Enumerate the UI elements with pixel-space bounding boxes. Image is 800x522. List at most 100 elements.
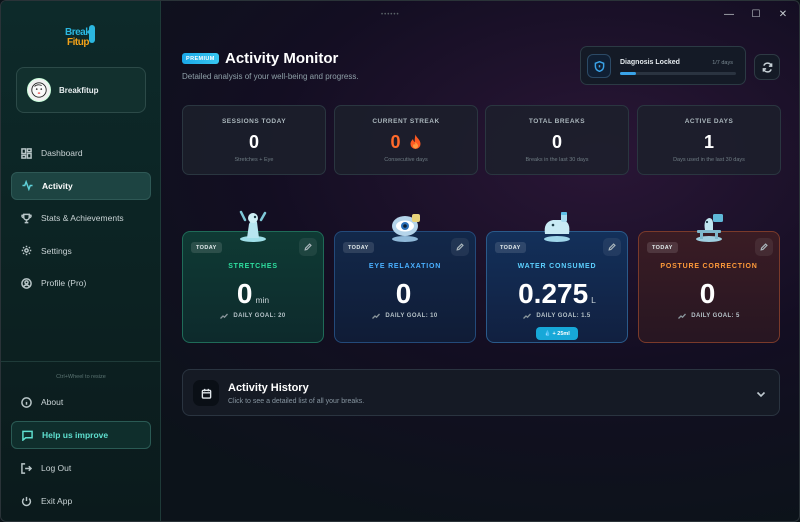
calendar-icon <box>201 388 211 399</box>
stat-number: 1 <box>703 131 714 152</box>
stat-current-streak: CURRENT STREAK 0 Consecutive days <box>334 105 478 175</box>
nav-label: Profile (Pro) <box>41 278 87 288</box>
stat-value: 0 <box>335 131 477 153</box>
activity-icon <box>22 180 33 191</box>
activity-number: 0.275 <box>518 278 589 309</box>
trend-up-icon <box>372 313 381 319</box>
nav-item-about[interactable]: About <box>11 388 151 416</box>
info-icon <box>21 396 32 408</box>
activity-unit: min <box>255 295 270 305</box>
activity-card-water[interactable]: TODAY WATER CONSUMED 0.275 L DAILY GOAL:… <box>486 212 628 343</box>
maximize-button[interactable]: ☐ <box>749 7 763 21</box>
activity-card-posture[interactable]: TODAY POSTURE CORRECTION 0 DAILY GOAL: 5 <box>638 214 780 343</box>
activity-card-eye-relaxation[interactable]: TODAY EYE RELAXATION 0 DAILY GOAL: 10 <box>334 214 476 343</box>
resize-hint: Ctrl+Wheel to resize <box>56 374 106 380</box>
sidebar: Break Fitup Breakfitup Dashboard Activit… <box>1 1 161 521</box>
page-subtitle: Detailed analysis of your well-being and… <box>182 72 359 81</box>
shield-icon <box>594 60 604 72</box>
pencil-icon <box>760 243 768 251</box>
diagnosis-panel[interactable]: Diagnosis Locked 1/7 days <box>580 46 746 85</box>
nav-item-help-improve[interactable]: Help us improve <box>11 421 151 449</box>
drag-handle[interactable]: •••••• <box>381 12 400 18</box>
message-icon <box>22 430 33 441</box>
diagnosis-icon-box <box>587 54 611 78</box>
nav-item-settings[interactable]: Settings <box>11 237 151 265</box>
stat-number: 0 <box>390 131 401 152</box>
app-window: Break Fitup Breakfitup Dashboard Activit… <box>0 0 800 522</box>
expand-history-button[interactable] <box>755 387 767 399</box>
diagnosis-title: Diagnosis Locked <box>620 59 680 66</box>
trend-up-icon <box>678 313 687 319</box>
today-badge: TODAY <box>647 242 678 253</box>
nav-label: Help us improve <box>42 430 109 440</box>
edit-button[interactable] <box>603 238 621 256</box>
nav-item-activity[interactable]: Activity <box>11 171 151 200</box>
nav-label: Exit App <box>41 496 73 506</box>
activity-history-panel[interactable]: Activity History Click to see a detailed… <box>182 369 780 416</box>
nav-item-exit[interactable]: Exit App <box>11 487 151 515</box>
edit-button[interactable] <box>755 238 773 256</box>
pencil-icon <box>608 243 616 251</box>
chevron-down-icon <box>756 391 766 398</box>
trophy-icon <box>21 213 32 223</box>
nav-item-dashboard[interactable]: Dashboard <box>11 139 151 167</box>
stat-active-days: ACTIVE DAYS 1 Days used in the last 30 d… <box>637 105 781 175</box>
page-title: Activity Monitor <box>225 50 339 67</box>
logo-figure-icon <box>89 25 95 43</box>
stat-number: 0 <box>248 131 259 152</box>
close-button[interactable]: ✕ <box>776 7 790 21</box>
edit-button[interactable] <box>299 238 317 256</box>
stat-total-breaks: TOTAL BREAKS 0 Breaks in the last 30 day… <box>485 105 629 175</box>
power-icon <box>21 496 32 506</box>
pencil-icon <box>456 243 464 251</box>
stat-sessions-today: SESSIONS TODAY 0 Stretches + Eye <box>182 105 326 175</box>
stat-sub: Stretches + Eye <box>234 157 274 163</box>
activity-card-stretches[interactable]: TODAY STRETCHES 0 min DAILY GOAL: 20 <box>182 210 324 343</box>
activity-number: 0 <box>236 278 253 309</box>
logout-icon <box>21 462 32 474</box>
activity-value: 0 <box>639 274 779 308</box>
posture-mascot-icon <box>696 214 723 242</box>
nav-label: About <box>41 397 64 407</box>
refresh-icon <box>762 61 772 73</box>
activity-number: 0 <box>699 278 716 309</box>
stat-sub: Breaks in the last 30 days <box>525 157 589 163</box>
trend-up-icon <box>220 313 229 319</box>
nav-item-stats[interactable]: Stats & Achievements <box>11 204 151 232</box>
avatar-face-icon <box>31 82 47 98</box>
activity-value: 0 min <box>183 274 323 308</box>
history-subtitle: Click to see a detailed list of all your… <box>228 398 365 405</box>
diagnosis-progress-fill <box>620 72 637 75</box>
stat-label: ACTIVE DAYS <box>684 118 734 125</box>
flame-icon <box>410 134 420 149</box>
daily-goal: DAILY GOAL: 5 <box>639 313 779 319</box>
logo-line-2: Fitup <box>67 37 89 48</box>
activity-title: EYE RELAXATION <box>368 263 442 270</box>
minimize-button[interactable]: — <box>722 7 736 21</box>
sidebar-divider <box>1 361 161 362</box>
daily-goal-label: DAILY GOAL: 10 <box>385 313 438 319</box>
stat-value: 1 <box>638 131 780 153</box>
user-card[interactable]: Breakfitup <box>16 67 146 113</box>
premium-badge: PREMIUM <box>182 53 219 64</box>
avatar <box>27 78 51 102</box>
edit-button[interactable] <box>451 238 469 256</box>
eye-mascot-icon <box>392 214 420 242</box>
nav-item-profile[interactable]: Profile (Pro) <box>11 269 151 297</box>
activity-value: 0.275 L <box>487 274 627 308</box>
nav-item-logout[interactable]: Log Out <box>11 454 151 482</box>
history-icon-box <box>193 380 219 406</box>
refresh-button[interactable] <box>754 54 780 80</box>
stat-number: 0 <box>551 131 562 152</box>
activity-title: WATER CONSUMED <box>517 263 597 270</box>
activity-number: 0 <box>395 278 412 309</box>
diagnosis-count: 1/7 days <box>712 60 733 66</box>
activity-unit: L <box>591 295 596 305</box>
add-water-button[interactable]: 💧 + 25ml <box>536 327 578 340</box>
stat-label: TOTAL BREAKS <box>528 118 586 125</box>
nav-label: Stats & Achievements <box>41 213 124 223</box>
nav-label: Log Out <box>41 463 72 473</box>
stat-label: CURRENT STREAK <box>372 118 440 125</box>
water-mascot-icon <box>544 212 570 242</box>
gear-icon <box>21 245 32 256</box>
